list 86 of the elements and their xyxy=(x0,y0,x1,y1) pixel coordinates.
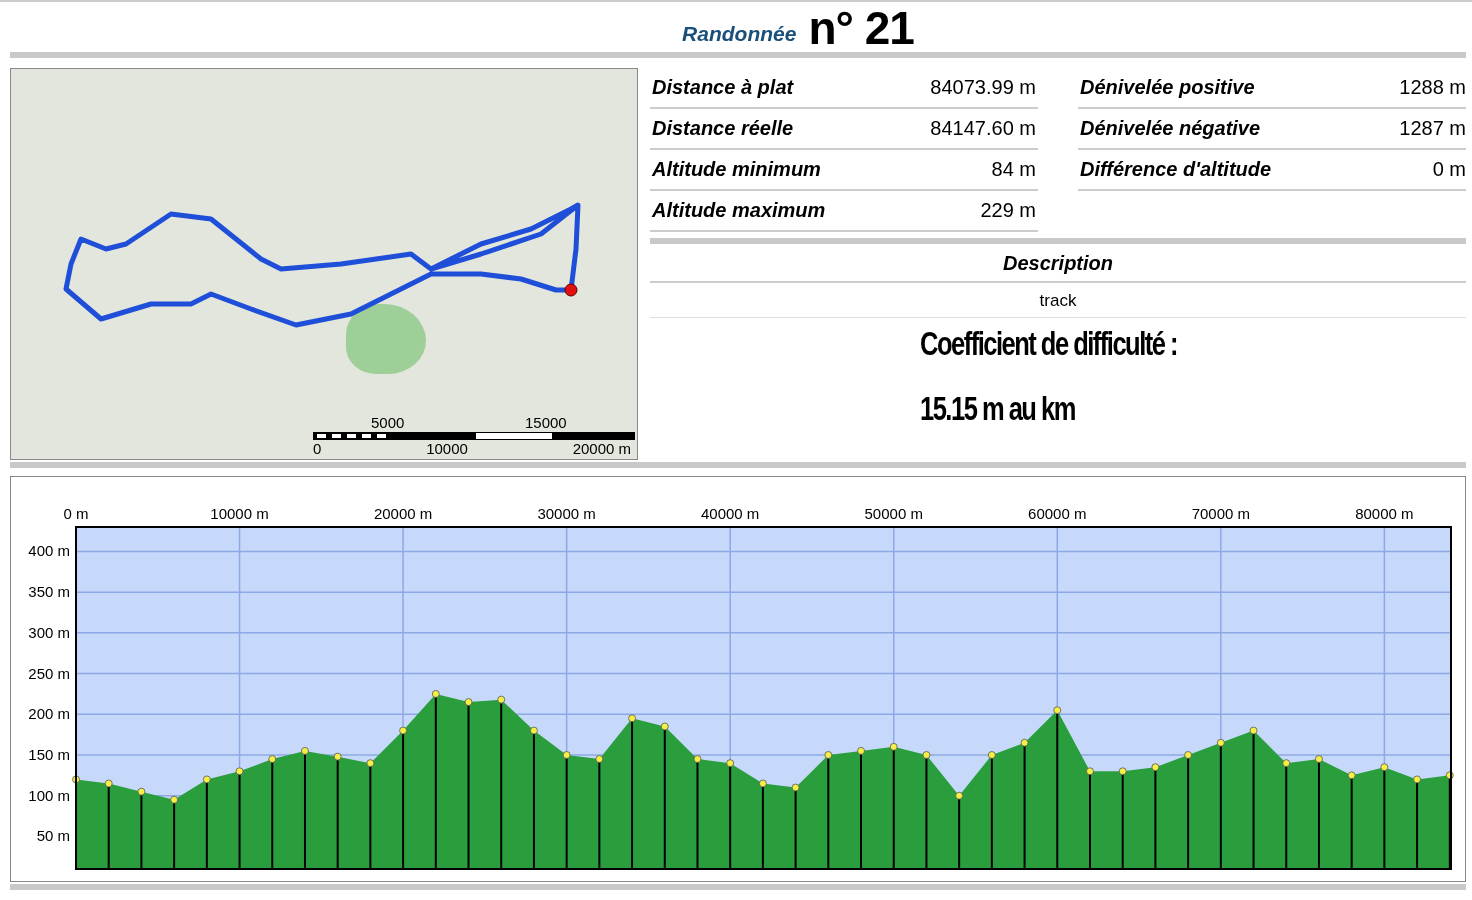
data-point xyxy=(301,747,309,755)
data-point xyxy=(987,751,996,759)
scale-label: 10000 xyxy=(426,440,468,457)
stat-value: 84073.99 m xyxy=(930,76,1036,99)
data-point xyxy=(497,695,506,704)
data-point xyxy=(562,751,571,759)
y-tick-label: 200 m xyxy=(28,705,70,723)
data-point xyxy=(955,791,964,800)
stat-value: 1287 m xyxy=(1399,117,1466,140)
data-point xyxy=(693,755,702,763)
stat-label: Altitude maximum xyxy=(652,199,826,222)
data-point xyxy=(1380,763,1389,772)
data-point xyxy=(857,747,865,755)
data-point xyxy=(137,787,146,796)
page-title: Randonnée xyxy=(682,22,797,46)
y-tick-label: 150 m xyxy=(28,746,70,763)
data-point xyxy=(170,795,179,804)
stat-value: 1288 m xyxy=(1399,76,1466,99)
data-point xyxy=(268,755,277,763)
x-tick-label: 80000 m xyxy=(1355,505,1414,522)
stat-label: Différence d'altitude xyxy=(1080,158,1272,181)
x-tick-label: 10000 m xyxy=(210,505,269,522)
stat-label: Dénivelée positive xyxy=(1080,76,1255,99)
stat-label: Dénivelée négative xyxy=(1080,117,1261,140)
scale-label: 15000 xyxy=(525,414,567,431)
data-point xyxy=(1020,738,1029,747)
data-point xyxy=(1347,771,1356,780)
data-point xyxy=(1086,767,1094,776)
section-heading: Description xyxy=(650,244,1466,283)
data-point xyxy=(530,726,538,735)
stat-label: Distance à plat xyxy=(652,76,794,99)
data-point xyxy=(1315,755,1323,763)
data-point xyxy=(595,755,604,763)
difficulty-value: 15.15 m au km xyxy=(920,389,1076,428)
data-point xyxy=(628,714,636,723)
stat-label: Altitude minimum xyxy=(652,158,821,181)
stat-value: 84 m xyxy=(991,158,1036,181)
data-point xyxy=(104,779,113,788)
stat-label: Distance réelle xyxy=(652,117,794,140)
scale-label: 5000 xyxy=(371,414,405,431)
data-point xyxy=(1053,706,1062,715)
x-tick-label: 70000 m xyxy=(1191,505,1250,522)
data-point xyxy=(824,751,833,759)
data-point xyxy=(399,726,407,735)
data-point xyxy=(1413,775,1421,784)
y-tick-label: 50 m xyxy=(36,827,70,845)
x-tick-label: 20000 m xyxy=(373,505,433,522)
stat-value: 0 m xyxy=(1432,158,1466,181)
stat-value: 84147.60 m xyxy=(930,117,1036,140)
data-point xyxy=(922,751,931,759)
y-tick-label: 350 m xyxy=(28,583,70,601)
y-tick-label: 300 m xyxy=(28,623,70,641)
start-marker xyxy=(564,283,578,297)
stat-value: 229 m xyxy=(980,199,1036,222)
difficulty-heading: Coefficient de difficulté : xyxy=(920,324,1178,363)
data-point xyxy=(431,690,440,698)
x-tick-label: 40000 m xyxy=(701,505,760,522)
data-point xyxy=(1445,771,1454,780)
data-point xyxy=(889,742,898,751)
y-tick-label: 400 m xyxy=(28,542,70,560)
y-tick-label: 100 m xyxy=(28,786,70,804)
x-tick-label: 0 m xyxy=(63,505,89,522)
data-point xyxy=(366,759,375,768)
data-point xyxy=(333,752,342,761)
data-point xyxy=(1118,767,1127,776)
data-point xyxy=(759,779,767,788)
x-tick-label: 50000 m xyxy=(864,505,923,522)
data-point xyxy=(1282,759,1291,768)
x-tick-label: 60000 m xyxy=(1028,505,1087,522)
data-point xyxy=(791,783,800,792)
route-number: n° 21 xyxy=(808,6,914,50)
data-point xyxy=(72,775,80,784)
scale-label: 0 xyxy=(313,440,322,457)
data-point xyxy=(1249,726,1258,735)
y-tick-label: 250 m xyxy=(28,664,70,682)
data-point xyxy=(1184,751,1192,759)
data-point xyxy=(726,759,735,768)
x-tick-label: 30000 m xyxy=(537,505,596,522)
data-point xyxy=(235,767,244,776)
data-point xyxy=(1216,738,1225,747)
data-point xyxy=(660,722,669,731)
scale-label: 20000 m xyxy=(572,440,631,457)
data-point xyxy=(464,698,473,706)
data-point xyxy=(202,775,211,784)
data-point xyxy=(1151,763,1160,772)
description-text: track xyxy=(650,283,1466,318)
